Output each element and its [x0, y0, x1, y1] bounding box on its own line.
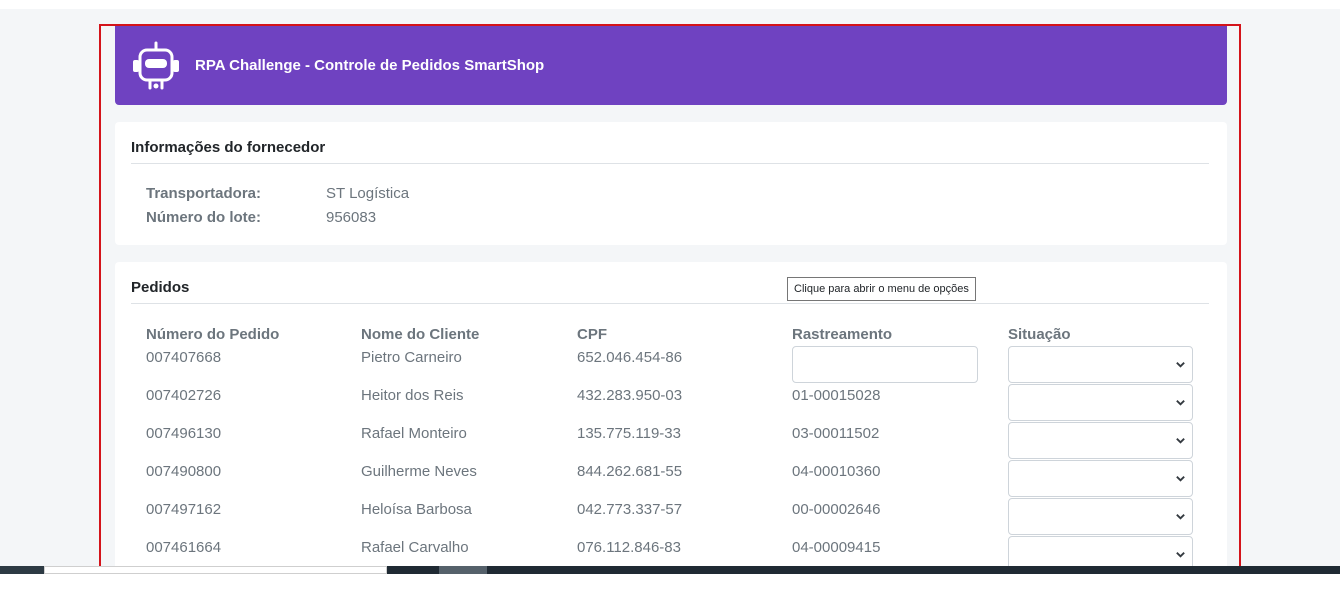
order-number: 007461664 [146, 539, 222, 556]
taskbar [0, 566, 1340, 599]
customer-cpf: 042.773.337-57 [577, 501, 683, 518]
orders-card-title: Pedidos [131, 279, 1209, 304]
customer-name: Pietro Carneiro [361, 349, 462, 366]
options-tooltip: Clique para abrir o menu de opções [787, 277, 976, 301]
customer-cpf: 076.112.846-83 [577, 539, 681, 556]
customer-name: Rafael Carvalho [361, 539, 469, 556]
robot-icon [133, 41, 179, 89]
carrier-label: Transportadora: [146, 185, 262, 202]
customer-cpf: 432.283.950-03 [577, 387, 683, 404]
customer-cpf: 844.262.681-55 [577, 463, 683, 480]
column-header-tracking: Rastreamento [792, 326, 893, 343]
status-select[interactable] [1008, 384, 1193, 421]
batch-value: 956083 [326, 209, 377, 226]
app-header: RPA Challenge - Controle de Pedidos Smar… [115, 26, 1227, 105]
tracking-code: 03-00011502 [792, 425, 880, 442]
batch-label: Número do lote: [146, 209, 261, 226]
app-title: RPA Challenge - Controle de Pedidos Smar… [195, 57, 545, 74]
column-header-name: Nome do Cliente [361, 326, 480, 343]
column-header-order: Número do Pedido [146, 326, 280, 343]
customer-cpf: 652.046.454-86 [577, 349, 683, 366]
status-select[interactable] [1008, 498, 1193, 535]
customer-cpf: 135.775.119-33 [577, 425, 681, 442]
order-number: 007497162 [146, 501, 222, 518]
tracking-code: 01-00015028 [792, 387, 881, 404]
highlight-frame: RPA Challenge - Controle de Pedidos Smar… [99, 24, 1241, 574]
tracking-code: 00-00002646 [792, 501, 881, 518]
order-number: 007407668 [146, 349, 222, 366]
browser-top-strip [0, 0, 1340, 9]
orders-card: Pedidos Clique para abrir o menu de opçõ… [115, 262, 1227, 572]
customer-name: Guilherme Neves [361, 463, 477, 480]
tracking-code: 04-00010360 [792, 463, 881, 480]
tracking-code: 04-00009415 [792, 539, 881, 556]
order-number: 007496130 [146, 425, 222, 442]
order-number: 007490800 [146, 463, 222, 480]
column-header-status: Situação [1008, 326, 1071, 343]
status-select[interactable] [1008, 460, 1193, 497]
status-select[interactable] [1008, 422, 1193, 459]
supplier-card-title: Informações do fornecedor [131, 139, 1209, 164]
chevron-down-icon [1176, 362, 1185, 368]
customer-name: Heloísa Barbosa [361, 501, 472, 518]
chevron-down-icon [1176, 438, 1185, 444]
order-number: 007402726 [146, 387, 222, 404]
column-header-cpf: CPF [577, 326, 607, 343]
customer-name: Rafael Monteiro [361, 425, 467, 442]
taskbar-app-button[interactable] [439, 566, 487, 574]
chevron-down-icon [1176, 400, 1185, 406]
carrier-value: ST Logística [326, 185, 410, 202]
customer-name: Heitor dos Reis [361, 387, 464, 404]
tracking-input[interactable] [792, 346, 978, 383]
supplier-card: Informações do fornecedor Transportadora… [115, 122, 1227, 245]
chevron-down-icon [1176, 476, 1185, 482]
taskbar-start[interactable] [0, 566, 44, 574]
taskbar-search[interactable] [44, 566, 387, 574]
chevron-down-icon [1176, 552, 1185, 558]
status-select[interactable] [1008, 346, 1193, 383]
chevron-down-icon [1176, 514, 1185, 520]
taskbar-lower-area [0, 574, 1340, 599]
